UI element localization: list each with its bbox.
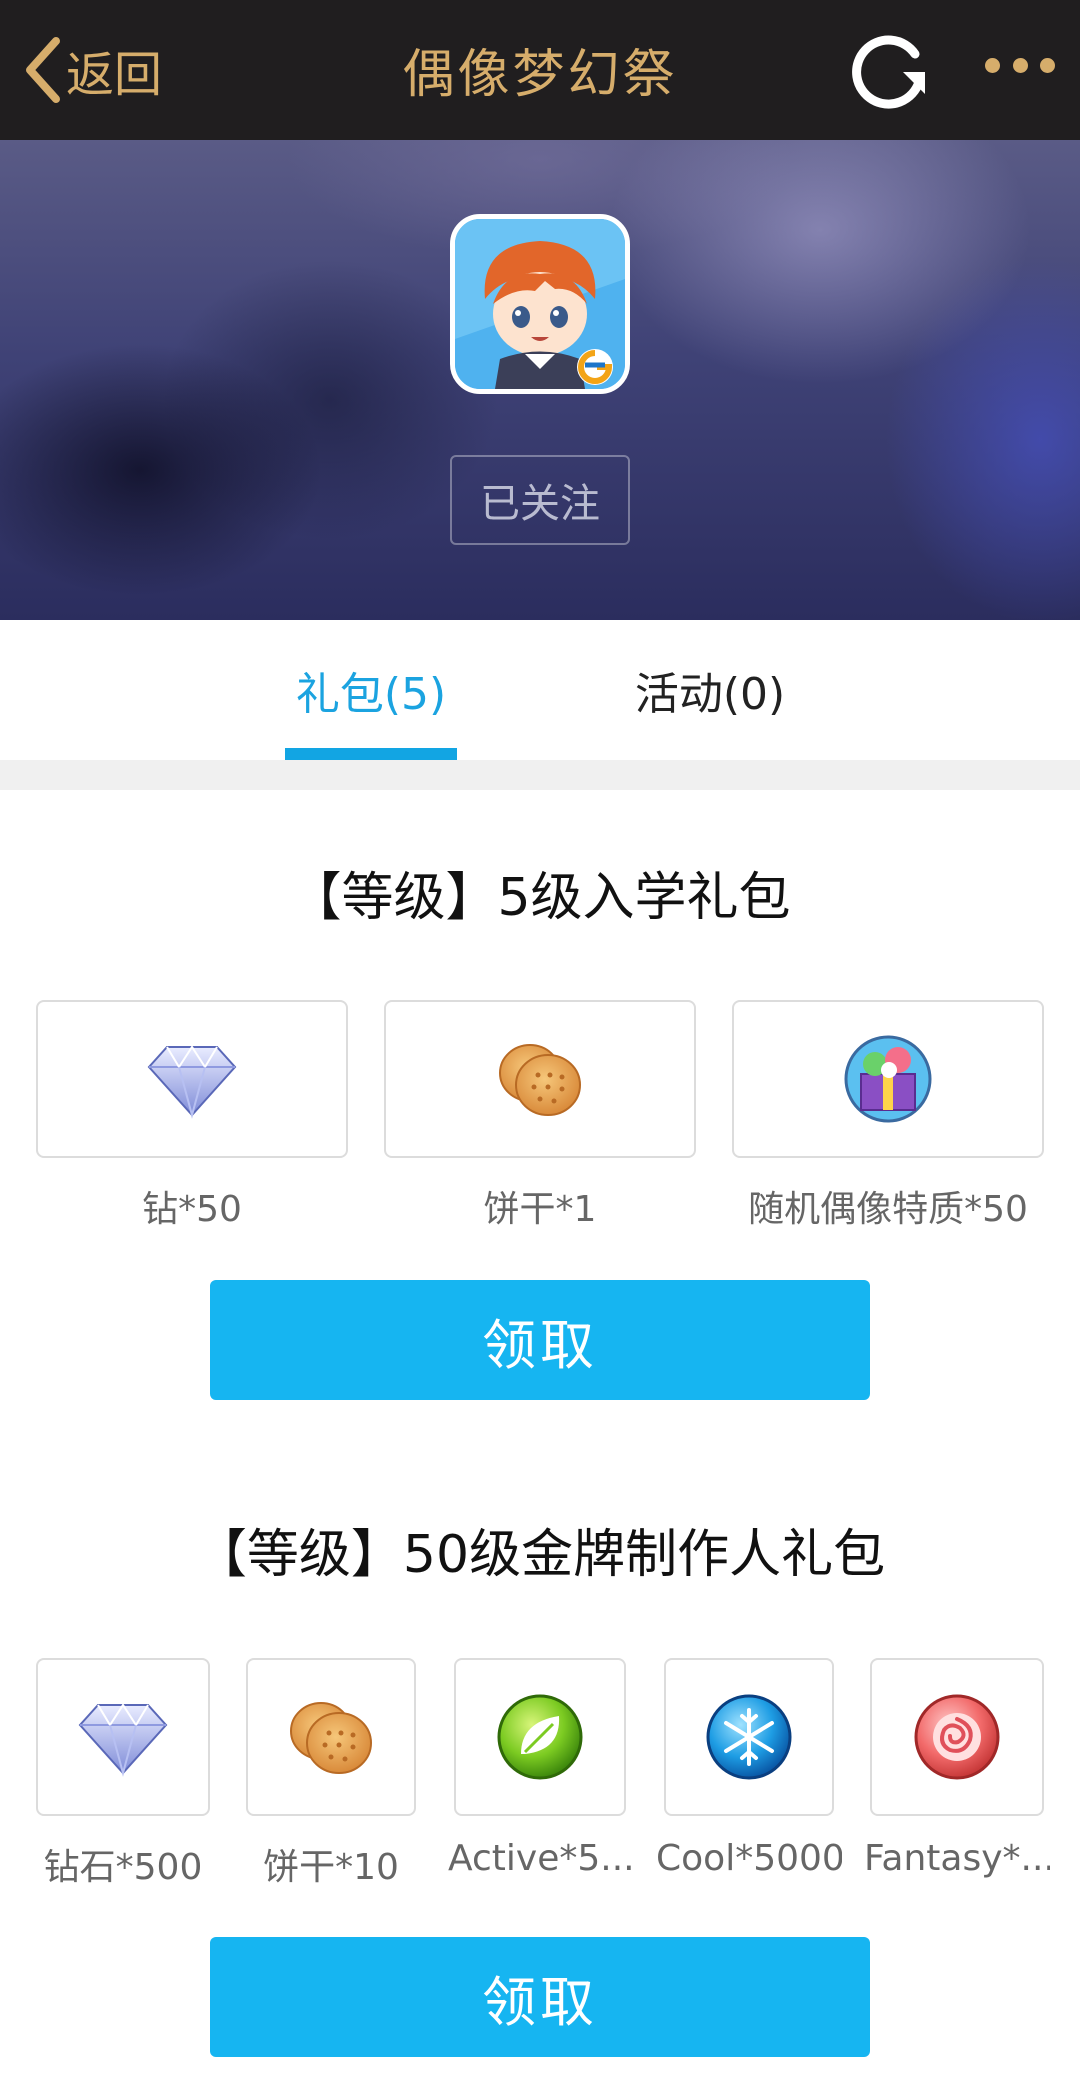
- biscuit-icon: [290, 1702, 372, 1774]
- pack-title: 【等级】5级入学礼包: [289, 868, 791, 928]
- reward-item-label: Fantasy*...: [864, 1838, 1050, 1879]
- reward-item-label: 随机偶像特质*50: [748, 1189, 1028, 1230]
- tab-events[interactable]: 活动(0): [610, 620, 810, 760]
- diamond-icon: [78, 1703, 168, 1777]
- pack-title: 【等级】50级金牌制作人礼包: [194, 1525, 886, 1585]
- reward-item-label: 钻石*500: [43, 1847, 203, 1888]
- section-divider: [0, 760, 1080, 790]
- snowflake-orb-icon: [706, 1694, 792, 1780]
- reward-item-label: 钻*50: [142, 1189, 242, 1230]
- claim-button[interactable]: 领取: [210, 1280, 870, 1400]
- tab-gifts[interactable]: 礼包(5): [285, 620, 457, 760]
- gift-box-icon: [844, 1035, 932, 1123]
- tab-bar: 礼包(5) 活动(0): [0, 620, 1080, 760]
- chevron-left-icon: [26, 37, 60, 103]
- active-tab-indicator: [285, 748, 457, 760]
- reward-item-label: 饼干*1: [483, 1189, 597, 1230]
- reward-item: [732, 1000, 1044, 1158]
- game-app-icon: [450, 214, 630, 394]
- refresh-icon[interactable]: [845, 24, 935, 114]
- reward-item-label: 饼干*10: [263, 1847, 399, 1888]
- reward-item-label: Cool*5000: [656, 1838, 842, 1879]
- reward-item: [36, 1000, 348, 1158]
- reward-item: [454, 1658, 626, 1816]
- claim-button[interactable]: 领取: [210, 1937, 870, 2057]
- back-label: 返回: [66, 47, 163, 103]
- header-banner: 已关注: [0, 140, 1080, 620]
- reward-item: [870, 1658, 1044, 1816]
- diamond-icon: [147, 1045, 237, 1119]
- biscuit-icon: [499, 1044, 581, 1116]
- top-nav-bar: 返回 偶像梦幻祭: [0, 0, 1080, 140]
- reward-item: [246, 1658, 416, 1816]
- more-options-icon[interactable]: [985, 40, 1055, 90]
- back-button[interactable]: 返回: [22, 28, 162, 112]
- follow-button[interactable]: 已关注: [450, 455, 630, 545]
- reward-item-label: Active*5...: [448, 1838, 632, 1879]
- reward-item: [384, 1000, 696, 1158]
- leaf-orb-icon: [497, 1694, 583, 1780]
- reward-item: [36, 1658, 210, 1816]
- rose-orb-icon: [914, 1694, 1000, 1780]
- reward-item: [664, 1658, 834, 1816]
